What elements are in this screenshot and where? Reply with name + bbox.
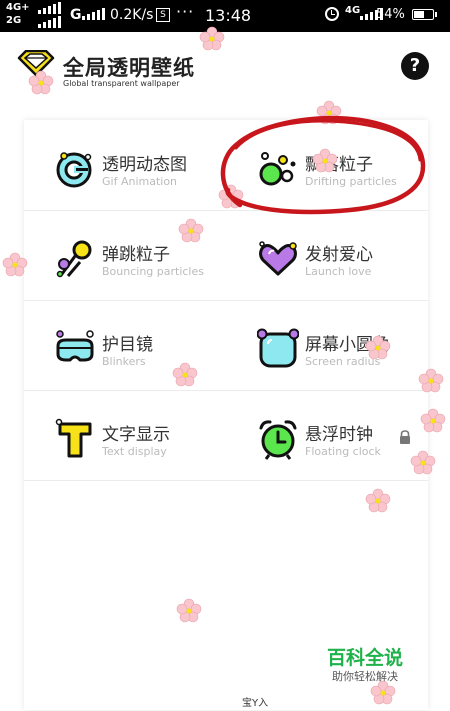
- network-type-3: G: [70, 7, 82, 23]
- sakura-flower-icon: [410, 450, 436, 475]
- alarm-icon: [325, 7, 339, 21]
- row-divider: [24, 210, 428, 211]
- signal-icon-3: [82, 8, 105, 20]
- sakura-flower-icon: [316, 100, 342, 125]
- sakura-flower-icon: [28, 70, 54, 95]
- sakura-flower-icon: [199, 26, 225, 51]
- feature-title: 文字显示: [102, 425, 170, 445]
- feature-launch-love[interactable]: 发射爱心 Launch love: [257, 232, 437, 292]
- feature-title: 弹跳粒子: [102, 245, 170, 265]
- feature-subtitle: Text display: [102, 445, 167, 458]
- goggles-icon: [56, 330, 94, 362]
- feature-title: 悬浮时钟: [305, 425, 373, 445]
- app-subtitle: Global transparent wallpaper: [63, 79, 180, 88]
- signal-icon: [38, 2, 61, 14]
- feature-drifting-particles[interactable]: 飘落粒子 Drifting particles: [257, 142, 437, 202]
- drifting-particles-icon: [259, 152, 296, 186]
- feature-subtitle: Floating clock: [305, 445, 381, 458]
- feature-title: 发射爱心: [305, 245, 373, 265]
- signal-icon-2: [38, 16, 61, 28]
- bouncing-particles-icon: [56, 240, 92, 278]
- text-display-icon: [55, 418, 92, 458]
- network-speed: 0.2K/s: [110, 7, 154, 23]
- feature-subtitle: Launch love: [305, 265, 372, 278]
- battery-icon: [412, 9, 437, 20]
- sakura-flower-icon: [2, 252, 28, 277]
- network-type-4: 4G: [345, 5, 361, 16]
- s-notification-icon: S: [156, 8, 170, 22]
- network-type-2: 2G: [6, 15, 22, 26]
- sakura-flower-icon: [178, 218, 204, 243]
- help-button[interactable]: ?: [401, 52, 429, 80]
- floating-clock-icon: [259, 420, 297, 460]
- feature-subtitle: Blinkers: [102, 355, 146, 368]
- network-type: 4G+ 2G: [6, 2, 30, 28]
- watermark-title: 百科全说: [327, 647, 404, 669]
- feature-text-display[interactable]: 文字显示 Text display: [54, 412, 234, 472]
- app-title: 全局透明壁纸: [63, 56, 195, 80]
- row-divider: [24, 480, 428, 481]
- clock-time: 13:48: [205, 6, 252, 25]
- sakura-flower-icon: [420, 408, 446, 433]
- launch-love-icon: [259, 241, 297, 276]
- gif-animation-icon: [56, 152, 92, 188]
- feature-gif-animation[interactable]: 透明动态图 Gif Animation: [54, 142, 234, 202]
- row-divider: [24, 390, 428, 391]
- screen-radius-icon: [257, 328, 299, 368]
- feature-subtitle: Drifting particles: [305, 175, 397, 188]
- battery-percent: 54%: [376, 7, 405, 22]
- sakura-flower-icon: [365, 488, 391, 513]
- feature-subtitle: Gif Animation: [102, 175, 178, 188]
- sakura-flower-icon: [312, 148, 338, 173]
- feature-screen-radius[interactable]: 屏幕小圆角 Screen radius: [257, 322, 437, 382]
- more-notifications-icon: ···: [176, 2, 195, 21]
- feature-title: 护目镜: [102, 335, 153, 355]
- bottom-partial-text: 宝Y入: [242, 698, 269, 709]
- app-header: 全局透明壁纸 Global transparent wallpaper ?: [0, 32, 450, 104]
- row-divider: [24, 300, 428, 301]
- sakura-flower-icon: [176, 598, 202, 623]
- sakura-flower-icon: [218, 184, 244, 209]
- battery-level-fill: [414, 11, 424, 18]
- feature-blinkers[interactable]: 护目镜 Blinkers: [54, 322, 234, 382]
- network-type-1: 4G+: [6, 2, 30, 13]
- status-bar: 4G+ 2G G 0.2K/s S ··· 13:48 4G 54%: [0, 0, 450, 32]
- lock-icon: [400, 430, 410, 444]
- sakura-flower-icon: [418, 368, 444, 393]
- feature-bouncing-particles[interactable]: 弹跳粒子 Bouncing particles: [54, 232, 234, 292]
- sakura-flower-icon: [365, 335, 391, 360]
- feature-title: 透明动态图: [102, 155, 187, 175]
- feature-subtitle: Bouncing particles: [102, 265, 204, 278]
- sakura-flower-icon: [172, 362, 198, 387]
- watermark-subtitle: 助你轻松解决: [332, 670, 398, 683]
